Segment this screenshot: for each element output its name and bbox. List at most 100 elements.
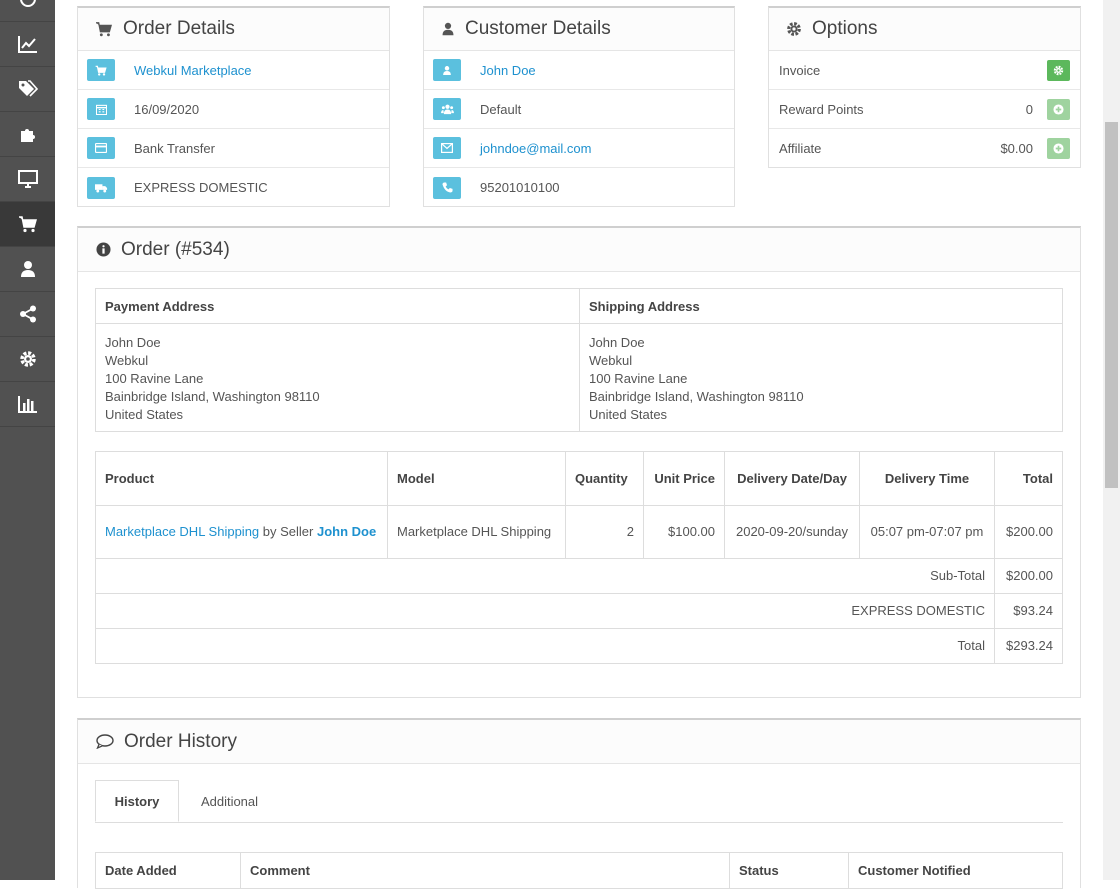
sidebar-item-design[interactable]	[0, 157, 55, 202]
history-table: Date Added Comment Status Customer Notif…	[95, 852, 1063, 889]
customer-details-title: Customer Details	[465, 18, 611, 39]
reward-points-label: Reward Points	[779, 101, 864, 117]
add-reward-button[interactable]	[1047, 98, 1070, 120]
payment-address-line: Webkul	[105, 353, 149, 368]
unit-price-cell: $100.00	[643, 505, 725, 559]
products-table: Product Model Quantity Unit Price Delive…	[95, 451, 1063, 664]
sidebar-item-system[interactable]	[0, 337, 55, 382]
date-button[interactable]	[87, 98, 115, 120]
col-model: Model	[387, 451, 566, 506]
sidebar-item-reports-2[interactable]	[0, 382, 55, 427]
order-details-header: Order Details	[78, 8, 389, 51]
phone-icon	[441, 182, 453, 193]
tab-history-label: History	[114, 793, 160, 809]
col-total: Total	[994, 451, 1063, 506]
tab-additional-label: Additional	[200, 793, 259, 809]
product-link[interactable]: Marketplace DHL Shipping	[105, 524, 259, 539]
shopping-cart-icon	[96, 22, 112, 37]
payment-address-header: Payment Address	[95, 288, 580, 324]
customer-phone: 95201010100	[480, 180, 560, 195]
col-date-added: Date Added	[95, 852, 241, 889]
dashboard-icon	[19, 0, 36, 7]
tab-additional[interactable]: Additional	[183, 780, 276, 822]
store-row: Webkul Marketplace	[78, 51, 389, 90]
order-details-panel: Order Details Webkul Marketplace 16/09/2…	[77, 6, 390, 207]
sidebar-item-extensions[interactable]	[0, 112, 55, 157]
sidebar-item-marketing[interactable]	[0, 292, 55, 337]
sidebar-item-customers[interactable]	[0, 247, 55, 292]
add-commission-button[interactable]	[1047, 138, 1070, 159]
shipping-method-button[interactable]	[87, 176, 115, 199]
shipping-total-value: $93.24	[994, 593, 1063, 629]
payment-method-button[interactable]	[87, 137, 115, 159]
sidebar-item-reports[interactable]	[0, 22, 55, 67]
payment-address-line: Bainbridge Island, Washington 98110	[105, 389, 320, 404]
col-status: Status	[729, 852, 849, 889]
customer-button[interactable]	[433, 59, 461, 81]
shipping-address-line: Bainbridge Island, Washington 98110	[589, 389, 804, 404]
desktop-icon	[17, 170, 38, 188]
delivery-time-cell: 05:07 pm-07:07 pm	[859, 505, 995, 559]
invoice-row: Invoice	[769, 51, 1080, 90]
product-cell: Marketplace DHL Shipping by Seller John …	[95, 505, 388, 559]
subtotal-value: $200.00	[994, 558, 1063, 594]
cog-icon	[787, 22, 801, 36]
shipping-total-label: EXPRESS DOMESTIC	[95, 593, 995, 629]
payment-method-row: Bank Transfer	[78, 129, 389, 168]
shipping-total-row: EXPRESS DOMESTIC $93.24	[95, 593, 1063, 629]
shipping-address-header: Shipping Address	[579, 288, 1063, 324]
payment-address-line: United States	[105, 407, 184, 422]
sidebar-item-catalog[interactable]	[0, 67, 55, 112]
seller-link[interactable]: John Doe	[317, 524, 376, 539]
store-link[interactable]: Webkul Marketplace	[134, 63, 252, 78]
col-delivery-date: Delivery Date/Day	[724, 451, 860, 506]
options-title: Options	[812, 18, 878, 39]
customer-name-link[interactable]: John Doe	[480, 63, 536, 78]
user-icon	[442, 22, 454, 36]
by-seller-text: by Seller	[262, 524, 314, 539]
order-panel: Order (#534) Payment Address Shipping Ad…	[77, 226, 1081, 698]
phone-button[interactable]	[433, 176, 461, 199]
email-button[interactable]	[433, 137, 461, 159]
options-header: Options	[769, 8, 1080, 51]
shipping-method: EXPRESS DOMESTIC	[134, 180, 268, 195]
col-product: Product	[95, 451, 388, 506]
shipping-address: John Doe Webkul 100 Ravine Lane Bainbrid…	[579, 323, 1063, 432]
payment-address-line: 100 Ravine Lane	[105, 371, 204, 386]
cog-icon	[1053, 65, 1064, 75]
payment-method: Bank Transfer	[134, 140, 215, 156]
reward-points-row: Reward Points 0	[769, 90, 1080, 129]
sidebar-item-dashboard[interactable]	[0, 0, 55, 22]
tags-icon	[18, 80, 38, 97]
invoice-label: Invoice	[779, 62, 821, 78]
order-title: Order (#534)	[121, 238, 230, 260]
grand-total-label: Total	[95, 628, 995, 664]
order-date: 16/09/2020	[134, 101, 200, 117]
store-button[interactable]	[87, 59, 115, 81]
envelope-icon	[441, 143, 453, 153]
shipping-method-row: EXPRESS DOMESTIC	[78, 168, 389, 207]
order-header: Order (#534)	[78, 228, 1080, 272]
col-quantity: Quantity	[565, 451, 644, 506]
delivery-date-cell: 2020-09-20/sunday	[724, 505, 860, 559]
customer-group-button[interactable]	[433, 98, 461, 120]
info-circle-icon	[96, 242, 111, 257]
generate-invoice-button[interactable]	[1047, 59, 1070, 81]
subtotal-label: Sub-Total	[95, 558, 995, 594]
customer-name-row: John Doe	[424, 51, 734, 90]
options-panel: Options Invoice Reward Points 0 Affiliat…	[768, 6, 1081, 168]
plus-circle-icon	[1053, 143, 1064, 154]
grand-total-value: $293.24	[994, 628, 1063, 664]
page-scrollbar[interactable]	[1103, 0, 1120, 880]
customer-email-row: johndoe@mail.com	[424, 129, 734, 168]
user-icon	[20, 261, 35, 277]
model-cell: Marketplace DHL Shipping	[387, 505, 566, 559]
tab-history[interactable]: History	[95, 780, 179, 822]
customer-email-link[interactable]: johndoe@mail.com	[480, 141, 591, 156]
sidebar-item-sales[interactable]	[0, 202, 55, 247]
reward-points-value: 0	[1025, 101, 1033, 117]
quantity-cell: 2	[565, 505, 644, 559]
table-row: Marketplace DHL Shipping by Seller John …	[95, 505, 1063, 559]
col-comment: Comment	[240, 852, 730, 889]
scrollbar-thumb[interactable]	[1105, 122, 1118, 488]
